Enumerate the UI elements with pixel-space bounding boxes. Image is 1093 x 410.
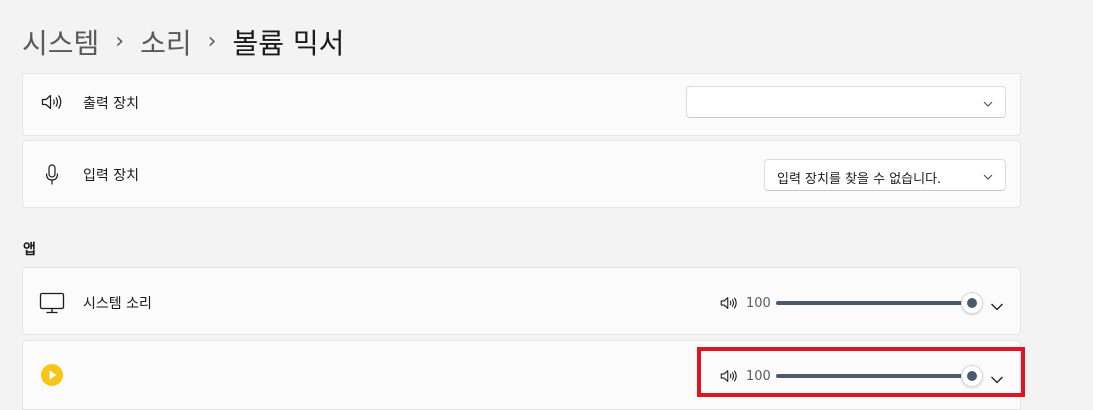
input-device-dropdown[interactable]: 입력 장치를 찾을 수 없습니다. xyxy=(764,159,1006,191)
volume-slider-thumb[interactable] xyxy=(961,292,983,314)
highlight-box xyxy=(697,347,1025,397)
microphone-icon xyxy=(45,164,59,190)
page-title: 볼륨 믹서 xyxy=(232,27,345,60)
output-device-label: 출력 장치 xyxy=(83,96,139,112)
app-card-system-sounds: 시스템 소리 100 xyxy=(22,267,1021,335)
input-device-value: 입력 장치를 찾을 수 없습니다. xyxy=(777,172,942,187)
media-player-icon xyxy=(40,363,64,391)
apps-section-title: 앱 xyxy=(23,242,36,258)
breadcrumb-separator: › xyxy=(207,28,217,54)
breadcrumb: 시스템 › 소리 › 볼륨 믹서 xyxy=(22,20,344,64)
volume-slider[interactable] xyxy=(776,292,983,314)
volume-mute-button[interactable] xyxy=(720,296,738,310)
app-volume-control: 100 xyxy=(720,292,983,314)
breadcrumb-separator: › xyxy=(115,28,125,54)
chevron-down-icon xyxy=(983,97,993,112)
volume-slider-fill xyxy=(776,301,972,305)
monitor-icon xyxy=(39,292,65,318)
breadcrumb-sound[interactable]: 소리 xyxy=(140,22,192,62)
speaker-icon xyxy=(41,94,63,114)
output-device-dropdown[interactable] xyxy=(686,86,1006,118)
breadcrumb-system[interactable]: 시스템 xyxy=(22,22,99,62)
input-device-card: 입력 장치 입력 장치를 찾을 수 없습니다. xyxy=(22,140,1021,208)
output-device-card: 출력 장치 xyxy=(22,73,1021,136)
input-device-label: 입력 장치 xyxy=(83,168,139,184)
expand-chevron-icon[interactable] xyxy=(990,297,1004,316)
app-name: 시스템 소리 xyxy=(83,296,152,312)
chevron-down-icon xyxy=(983,170,993,185)
volume-value: 100 xyxy=(746,295,771,311)
